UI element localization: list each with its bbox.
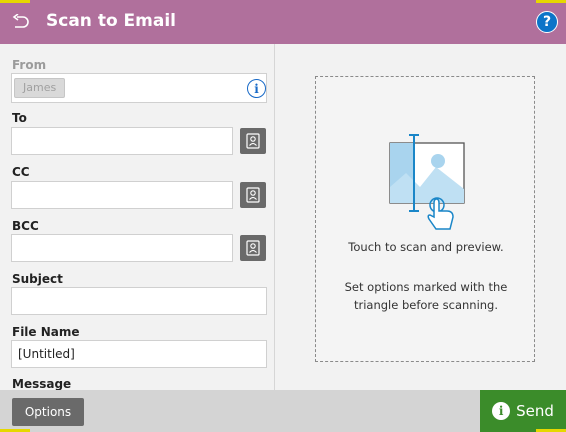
message-label: Message bbox=[12, 377, 72, 390]
cc-field[interactable] bbox=[11, 181, 233, 209]
cc-address-book-button[interactable] bbox=[240, 182, 266, 208]
info-icon[interactable]: i bbox=[247, 79, 266, 98]
back-arrow-icon bbox=[12, 14, 29, 28]
to-label: To bbox=[12, 111, 27, 125]
contact-card-icon bbox=[246, 133, 260, 149]
title-bar: Scan to Email ? bbox=[0, 0, 566, 44]
preview-panel: Touch to scan and preview. Set options m… bbox=[275, 44, 566, 390]
to-field[interactable] bbox=[11, 127, 233, 155]
to-address-book-button[interactable] bbox=[240, 128, 266, 154]
page-title: Scan to Email bbox=[46, 11, 176, 31]
from-label: From bbox=[12, 58, 47, 72]
file-name-field[interactable]: [Untitled] bbox=[11, 340, 267, 368]
send-label: Send bbox=[516, 402, 554, 420]
cc-label: CC bbox=[12, 165, 30, 179]
back-button[interactable] bbox=[8, 10, 34, 34]
options-button[interactable]: Options bbox=[12, 398, 84, 426]
corner-accent bbox=[0, 0, 30, 3]
scan-preview-area[interactable]: Touch to scan and preview. Set options m… bbox=[315, 76, 535, 362]
bcc-field[interactable] bbox=[11, 234, 233, 262]
info-icon: i bbox=[492, 402, 511, 420]
email-form: From James i To CC BCC Subject File Name… bbox=[0, 44, 274, 390]
bcc-label: BCC bbox=[12, 219, 39, 233]
touch-to-scan-text: Touch to scan and preview. bbox=[348, 240, 504, 254]
options-hint-text: Set options marked with the triangle bef… bbox=[344, 280, 508, 312]
contact-card-icon bbox=[246, 187, 260, 203]
bottom-bar: Options i Send bbox=[0, 390, 566, 432]
bcc-address-book-button[interactable] bbox=[240, 235, 266, 261]
send-button[interactable]: i Send bbox=[480, 390, 566, 432]
subject-field[interactable] bbox=[11, 287, 267, 315]
corner-accent bbox=[536, 0, 566, 3]
subject-label: Subject bbox=[12, 272, 63, 286]
from-sender-chip: James bbox=[14, 78, 66, 98]
contact-card-icon bbox=[246, 240, 260, 256]
touch-to-preview-icon bbox=[389, 134, 465, 230]
help-button[interactable]: ? bbox=[536, 11, 558, 33]
file-name-label: File Name bbox=[12, 325, 80, 339]
